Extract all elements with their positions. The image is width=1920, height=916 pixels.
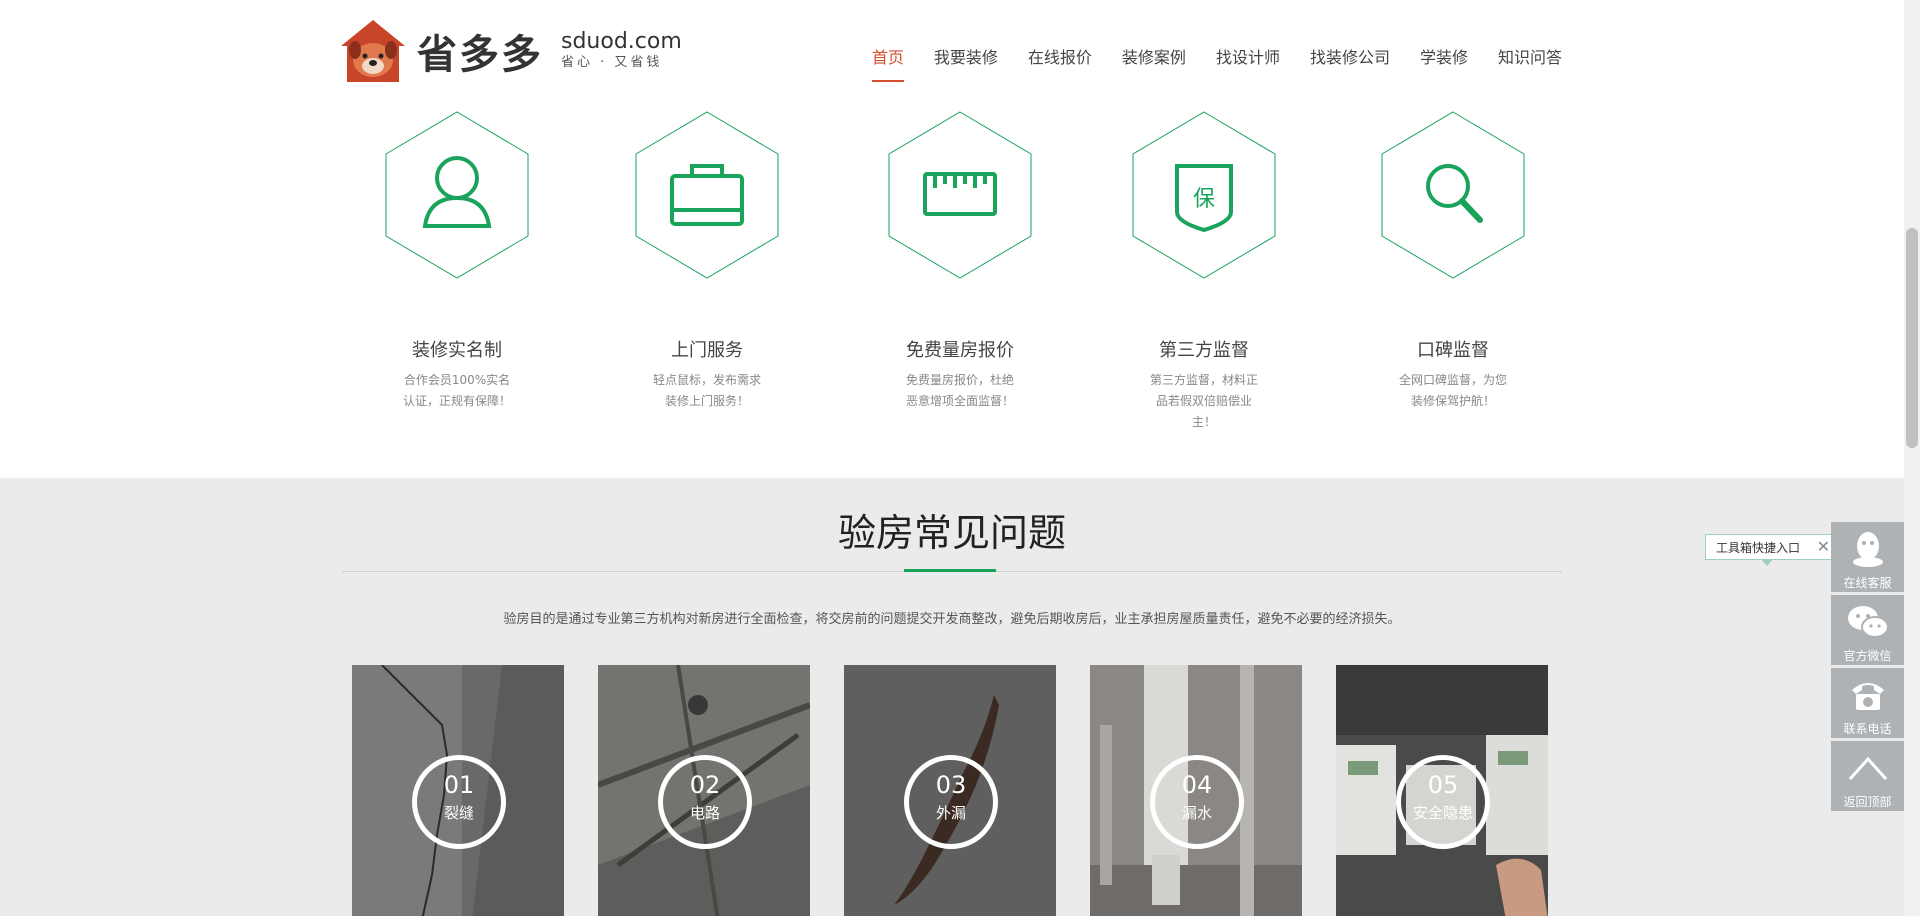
card-number: 03 — [935, 771, 967, 799]
briefcase-icon — [670, 164, 744, 226]
wechat-icon — [1847, 606, 1889, 638]
user-icon — [422, 156, 492, 228]
nav-item-cases[interactable]: 装修案例 — [1122, 44, 1186, 82]
nav-item-learn[interactable]: 学装修 — [1420, 44, 1468, 82]
feature-desc: 合作会员100%实名认证，正规有保障！ — [402, 373, 511, 408]
toolbox-tooltip: 工具箱快捷入口 ✕ — [1705, 534, 1835, 566]
main-nav: 首页 我要装修 在线报价 装修案例 找设计师 找装修公司 学装修 知识问答 — [871, 44, 1562, 82]
card-badge: 02 电路 — [658, 755, 752, 849]
tool-label: 返回顶部 — [1843, 795, 1892, 809]
card-label: 外漏 — [935, 804, 966, 822]
card-label: 安全隐患 — [1412, 804, 1473, 822]
logo-slogan: 省心 · 又省钱 — [561, 55, 663, 70]
logo-cn-text: 省多多 — [417, 32, 543, 78]
feature-desc: 第三方监督，材料正品若假双倍赔偿业主！ — [1149, 373, 1258, 429]
card-number: 02 — [689, 771, 721, 799]
site-header: 省多多 sduod.com 省心 · 又省钱 首页 我要装修 在线报价 装修案例… — [0, 0, 1904, 104]
feature-third-party: 保 第三方监督 第三方监督，材料正品若假双倍赔偿业主！ — [1089, 110, 1319, 433]
shield-char: 保 — [1193, 187, 1215, 212]
card-label: 裂缝 — [443, 804, 474, 822]
close-icon[interactable]: ✕ — [1817, 537, 1830, 556]
tool-label: 官方微信 — [1843, 649, 1892, 663]
faq-card-safety[interactable]: 05 安全隐患 — [1336, 665, 1548, 916]
toolbox-tooltip-text: 工具箱快捷入口 — [1716, 540, 1801, 555]
feature-onsite-service: 上门服务 轻点鼠标，发布需求装修上门服务！ — [592, 110, 822, 412]
card-badge: 05 安全隐患 — [1396, 755, 1490, 849]
tool-label: 联系电话 — [1843, 722, 1892, 736]
nav-item-qa[interactable]: 知识问答 — [1498, 44, 1562, 82]
feature-title: 上门服务 — [671, 340, 743, 361]
nav-item-designers[interactable]: 找设计师 — [1216, 44, 1280, 82]
faq-title: 验房常见问题 — [837, 511, 1066, 555]
feature-title: 第三方监督 — [1159, 340, 1249, 361]
tool-phone[interactable]: 联系电话 — [1831, 668, 1904, 738]
search-icon — [1426, 164, 1483, 223]
site-logo[interactable]: 省多多 sduod.com 省心 · 又省钱 — [341, 20, 682, 82]
card-number: 04 — [1181, 771, 1213, 799]
nav-item-companies[interactable]: 找装修公司 — [1310, 44, 1390, 82]
feature-desc: 免费量房报价，杜绝恶意增项全面监督！ — [905, 373, 1014, 408]
tool-wechat[interactable]: 官方微信 — [1831, 595, 1904, 665]
faq-cards: 01 裂缝 02 电路 03 外漏 04 漏水 05 安全隐患 — [352, 665, 1552, 916]
card-number: 05 — [1427, 771, 1459, 799]
nav-item-quote[interactable]: 在线报价 — [1028, 44, 1092, 82]
card-number: 01 — [443, 771, 475, 799]
feature-title: 装修实名制 — [412, 340, 502, 361]
logo-dog-house-icon — [341, 20, 405, 82]
tooltip-arrow — [1761, 559, 1773, 566]
feature-desc: 轻点鼠标，发布需求装修上门服务！ — [652, 373, 761, 408]
nav-item-renovate[interactable]: 我要装修 — [934, 44, 998, 82]
ruler-icon — [923, 172, 997, 216]
feature-reputation: 口碑监督 全网口碑监督，为您装修保驾护航！ — [1338, 110, 1568, 412]
logo-domain: sduod.com — [561, 29, 682, 54]
hexagon-frame — [1380, 110, 1526, 280]
qq-icon — [1852, 532, 1883, 567]
title-divider-accent — [904, 569, 996, 572]
faq-section: 验房常见问题 验房目的是通过专业第三方机构对新房进行全面检查，将交房前的问题提交… — [0, 478, 1904, 916]
hexagon-frame — [634, 110, 780, 280]
faq-card-crack[interactable]: 01 裂缝 — [352, 665, 564, 916]
faq-card-water[interactable]: 04 漏水 — [1090, 665, 1302, 916]
hexagon-frame — [887, 110, 1033, 280]
feature-title: 免费量房报价 — [906, 340, 1014, 361]
feature-title: 口碑监督 — [1417, 340, 1489, 361]
page-scrollbar[interactable] — [1904, 0, 1920, 916]
feature-real-name: 装修实名制 合作会员100%实名认证，正规有保障！ — [342, 110, 572, 412]
features-section: 装修实名制 合作会员100%实名认证，正规有保障！ 上门服务 轻点鼠标，发布需求… — [342, 110, 1562, 429]
nav-item-home[interactable]: 首页 — [871, 44, 904, 82]
card-badge: 03 外漏 — [904, 755, 998, 849]
tool-online-service[interactable]: 在线客服 — [1831, 522, 1904, 592]
hexagon-frame — [384, 110, 530, 280]
card-badge: 04 漏水 — [1150, 755, 1244, 849]
scrollbar-thumb[interactable] — [1906, 228, 1918, 448]
tool-back-to-top[interactable]: 返回顶部 — [1831, 741, 1904, 811]
card-label: 电路 — [689, 804, 720, 822]
logo-en: sduod.com 省心 · 又省钱 — [561, 30, 682, 72]
phone-icon — [1851, 683, 1884, 710]
feature-free-quote: 免费量房报价 免费量房报价，杜绝恶意增项全面监督！ — [845, 110, 1075, 412]
faq-card-circuit[interactable]: 02 电路 — [598, 665, 810, 916]
feature-desc: 全网口碑监督，为您装修保驾护航！ — [1398, 373, 1507, 408]
floating-toolbar: 在线客服 官方微信 联系电话 返回顶部 — [1831, 522, 1904, 814]
faq-card-leak[interactable]: 03 外漏 — [844, 665, 1056, 916]
card-label: 漏水 — [1181, 804, 1212, 822]
tool-label: 在线客服 — [1843, 576, 1892, 590]
hexagon-frame: 保 — [1131, 110, 1277, 280]
card-badge: 01 裂缝 — [412, 755, 506, 849]
faq-intro: 验房目的是通过专业第三方机构对新房进行全面检查，将交房前的问题提交开发商整改，避… — [503, 612, 1401, 627]
arrow-up-icon — [1848, 756, 1887, 781]
